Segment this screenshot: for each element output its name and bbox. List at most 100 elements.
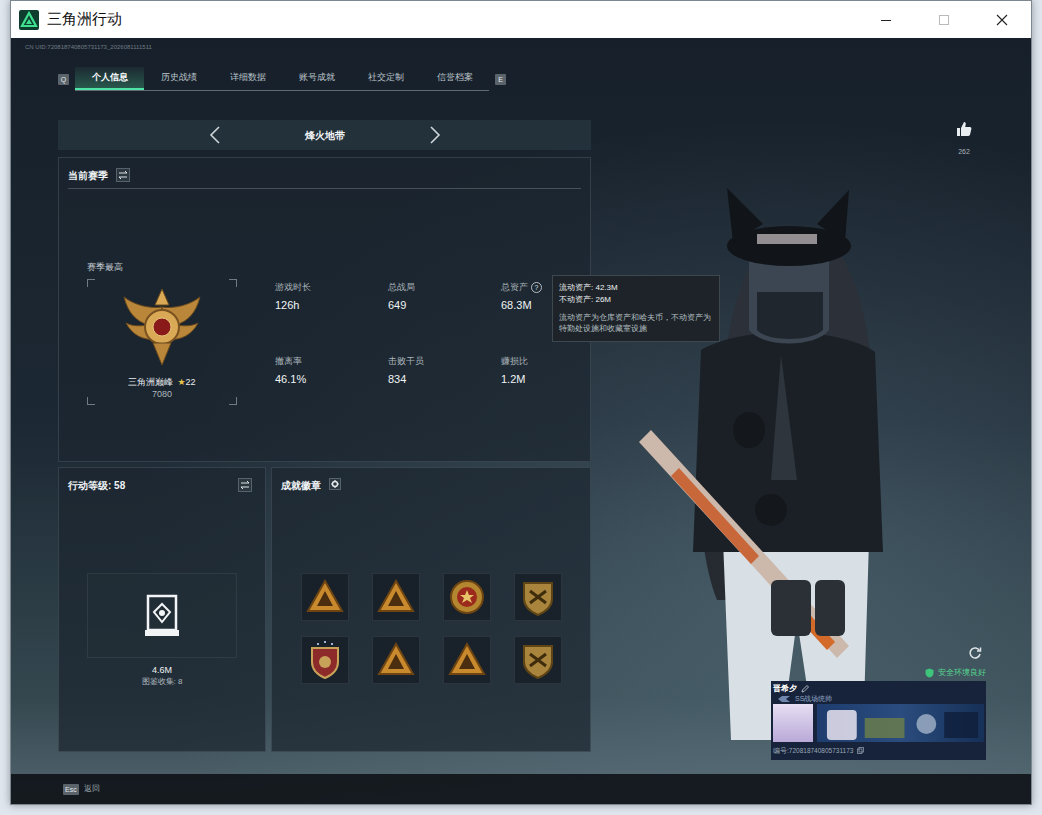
- character-figure: [631, 180, 911, 740]
- stat-label: 游戏时长: [275, 282, 311, 292]
- rank-frame: 三角洲巅峰 ★227080: [87, 279, 237, 405]
- stat-value: 46.1%: [275, 372, 388, 386]
- tab[interactable]: 信誉档案: [420, 67, 489, 90]
- tab[interactable]: 历史战绩: [144, 67, 213, 90]
- badge[interactable]: [514, 636, 562, 684]
- gear-icon[interactable]: [329, 478, 341, 490]
- stat-value: 126h: [275, 298, 388, 312]
- stat-label: 击败干员: [388, 356, 424, 366]
- stat-cell: 撤离率 46.1%: [275, 355, 388, 429]
- stat-label-row: 撤离率: [275, 355, 388, 367]
- card-images: [773, 704, 984, 742]
- stat-cell: 游戏时长 126h: [275, 281, 388, 355]
- close-icon: [996, 14, 1008, 26]
- tab[interactable]: 社交定制: [351, 67, 420, 90]
- stat-value: 834: [388, 372, 501, 386]
- name-card[interactable]: 晋希夕SS战场统帅编号:720818740805731173: [771, 681, 986, 760]
- stat-cell: 总战局649: [388, 281, 501, 355]
- badge[interactable]: [443, 573, 491, 621]
- shield-badge-icon: [518, 640, 558, 680]
- stat-label: 总战局: [388, 282, 415, 292]
- main-row: 烽火地带当前赛季赛季最高三角洲巅峰 ★227080 游戏时长 126h总战局649总资…: [11, 120, 1031, 752]
- tab[interactable]: 账号成就: [282, 67, 351, 90]
- triangle-badge-icon: [447, 640, 487, 680]
- mode-bar: 烽火地带: [58, 120, 591, 150]
- copy-icon[interactable]: [857, 747, 864, 754]
- next-mode-button[interactable]: [429, 126, 441, 144]
- badge-grid: [281, 573, 581, 684]
- safety-row: 安全环境良好: [771, 668, 986, 678]
- like-count: 262: [944, 147, 984, 156]
- collection-box[interactable]: [87, 573, 237, 658]
- window-title: 三角洲行动: [47, 8, 122, 31]
- prev-mode-button[interactable]: [209, 126, 221, 144]
- stat-label: 总资产: [501, 282, 528, 292]
- badges-title: 成就徽章: [281, 478, 321, 493]
- prev-key[interactable]: Q: [58, 74, 69, 85]
- shield-badge-icon: [518, 577, 558, 617]
- tab-row: Q 个人信息历史战绩详细数据账号成就社交定制信誉档案 E: [58, 68, 1031, 90]
- medal-badge-icon: [447, 577, 487, 617]
- badges-header: 成就徽章: [281, 468, 581, 498]
- back-label[interactable]: 返回: [84, 783, 100, 795]
- next-key[interactable]: E: [495, 74, 506, 85]
- tooltip-line: 流动资产: 42.3M: [559, 282, 713, 294]
- help-icon[interactable]: ?: [531, 282, 542, 293]
- swap-icon[interactable]: [116, 168, 130, 182]
- badge[interactable]: [372, 573, 420, 621]
- title-bar: 三角洲行动: [11, 1, 1031, 38]
- level-header: 行动等级: 58: [68, 468, 256, 498]
- badge[interactable]: [372, 636, 420, 684]
- level-panel: 行动等级: 58 4.6M图鉴收集: 8: [58, 467, 266, 752]
- badge[interactable]: [514, 573, 562, 621]
- maximize-button[interactable]: [915, 1, 973, 38]
- triangle-badge-icon: [305, 577, 345, 617]
- tab[interactable]: 个人信息: [75, 67, 144, 90]
- rank-name: 三角洲巅峰: [128, 377, 173, 387]
- badges-panel: 成就徽章: [271, 467, 591, 752]
- refresh-icon[interactable]: [968, 646, 982, 660]
- pencil-icon[interactable]: [801, 685, 809, 693]
- footer-bar: Esc 返回: [11, 774, 1031, 804]
- rank-stars: 22: [186, 377, 196, 387]
- title-badge-icon: [777, 695, 791, 703]
- collection-value: 4.6M: [68, 664, 256, 676]
- rank-label: 赛季最高: [87, 261, 237, 275]
- triangle-badge-icon: [376, 640, 416, 680]
- collection-caption: 图鉴收集: 8: [68, 676, 256, 687]
- tab-strip: 个人信息历史战绩详细数据账号成就社交定制信誉档案: [75, 67, 489, 91]
- app-logo-icon: [19, 10, 39, 30]
- season-title: 当前赛季: [68, 168, 108, 183]
- tooltip-line: 不动资产: 26M: [559, 294, 713, 306]
- safety-status: 安全环境良好: [938, 668, 986, 678]
- stat-label-row: 总战局: [388, 281, 501, 293]
- badge[interactable]: [301, 636, 349, 684]
- player-id: 编号:720818740805731173: [773, 746, 853, 755]
- name-row: 晋希夕: [773, 683, 984, 694]
- badge[interactable]: [443, 636, 491, 684]
- mode-title: 烽火地带: [305, 128, 345, 143]
- game-screen: CN UID:720818740805731173_2026081111511Q…: [11, 38, 1031, 804]
- chevron-right-icon: [429, 126, 441, 144]
- badge[interactable]: [301, 573, 349, 621]
- rank-points: 7080: [87, 388, 237, 400]
- display-case-icon: [142, 592, 182, 640]
- bottom-panels: 行动等级: 58 4.6M图鉴收集: 8 成就徽章: [58, 467, 591, 752]
- asset-tooltip: 流动资产: 42.3M不动资产: 26M 流动资产为仓库资产和哈夫币，不动资产为特…: [552, 275, 720, 342]
- esc-key[interactable]: Esc: [63, 784, 79, 795]
- season-panel: 当前赛季赛季最高三角洲巅峰★227080游戏时长126h总战局649总资产?68…: [58, 157, 591, 462]
- stat-cell: 赚损比1.2M: [501, 355, 614, 429]
- close-button[interactable]: [973, 1, 1031, 38]
- id-row: 编号:720818740805731173: [773, 746, 984, 755]
- tab[interactable]: 详细数据: [213, 67, 282, 90]
- swap-icon[interactable]: [238, 478, 252, 492]
- triangle-badge-icon: [376, 577, 416, 617]
- minimize-button[interactable]: [857, 1, 915, 38]
- app-window: 三角洲行动 CN UID:720818740805731173_202608111…: [10, 0, 1032, 805]
- avatar-picture: [773, 704, 813, 742]
- banner-picture: [817, 704, 984, 742]
- thumbs-up-icon: [956, 121, 972, 137]
- tooltip-note: 流动资产为仓库资产和哈夫币，不动资产为特勤处设施和收藏室设施: [559, 312, 713, 334]
- star-icon: ★: [177, 377, 185, 387]
- rank-name-row: 三角洲巅峰 ★22: [87, 376, 237, 388]
